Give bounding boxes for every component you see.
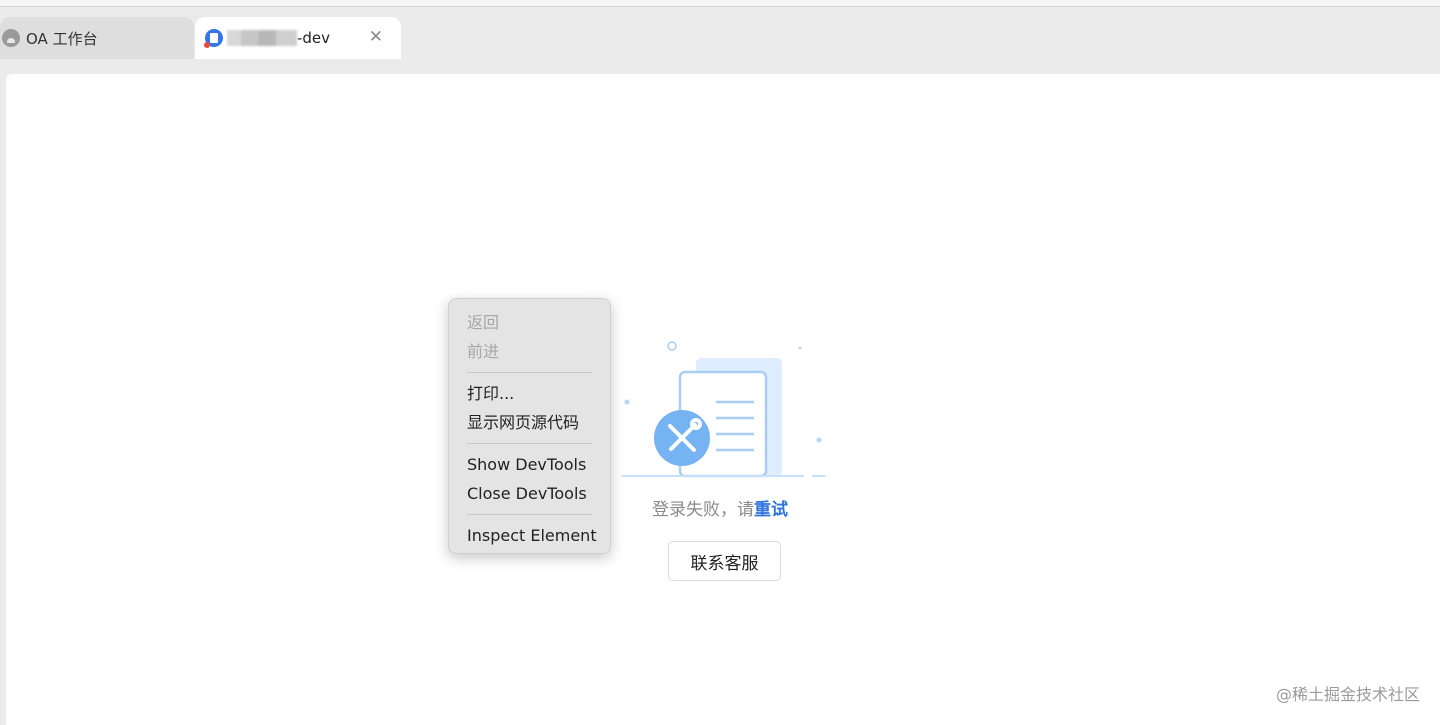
menu-separator	[467, 372, 592, 373]
tab-dev[interactable]: -dev ✕	[195, 17, 401, 59]
decor-dot	[798, 346, 802, 350]
window-top-edge	[0, 0, 1440, 7]
menu-separator	[467, 514, 592, 515]
app-icon	[2, 29, 20, 47]
menu-item-back[interactable]: 返回	[449, 308, 610, 337]
error-illustration	[622, 341, 826, 478]
tab-label: OA 工作台	[26, 29, 98, 48]
decor-dot	[667, 341, 677, 351]
redacted-tab-title	[227, 30, 297, 46]
decor-dot	[624, 399, 630, 405]
tab-bar: OA 工作台 -dev ✕	[0, 7, 1440, 59]
tab-oa-workbench[interactable]: OA 工作台	[0, 17, 194, 59]
menu-separator	[467, 443, 592, 444]
context-menu: 返回 前进 打印... 显示网页源代码 Show DevTools Close …	[448, 298, 611, 554]
retry-link[interactable]: 重试	[754, 500, 788, 520]
app-icon	[204, 29, 223, 48]
menu-item-forward[interactable]: 前进	[449, 337, 610, 366]
login-failed-message: 登录失败，请重试	[652, 495, 788, 520]
contact-support-button[interactable]: 联系客服	[668, 541, 781, 581]
menu-item-print[interactable]: 打印...	[449, 379, 610, 408]
menu-item-inspect-element[interactable]: Inspect Element	[449, 521, 610, 550]
decor-dot	[816, 437, 822, 443]
tab-label: -dev	[297, 29, 331, 47]
menu-item-view-source[interactable]: 显示网页源代码	[449, 408, 610, 437]
close-icon[interactable]: ✕	[369, 28, 383, 46]
menu-item-close-devtools[interactable]: Close DevTools	[449, 479, 610, 508]
menu-item-show-devtools[interactable]: Show DevTools	[449, 450, 610, 479]
watermark: @稀土掘金技术社区	[1275, 685, 1420, 704]
login-failed-text: 登录失败，请	[652, 500, 754, 520]
